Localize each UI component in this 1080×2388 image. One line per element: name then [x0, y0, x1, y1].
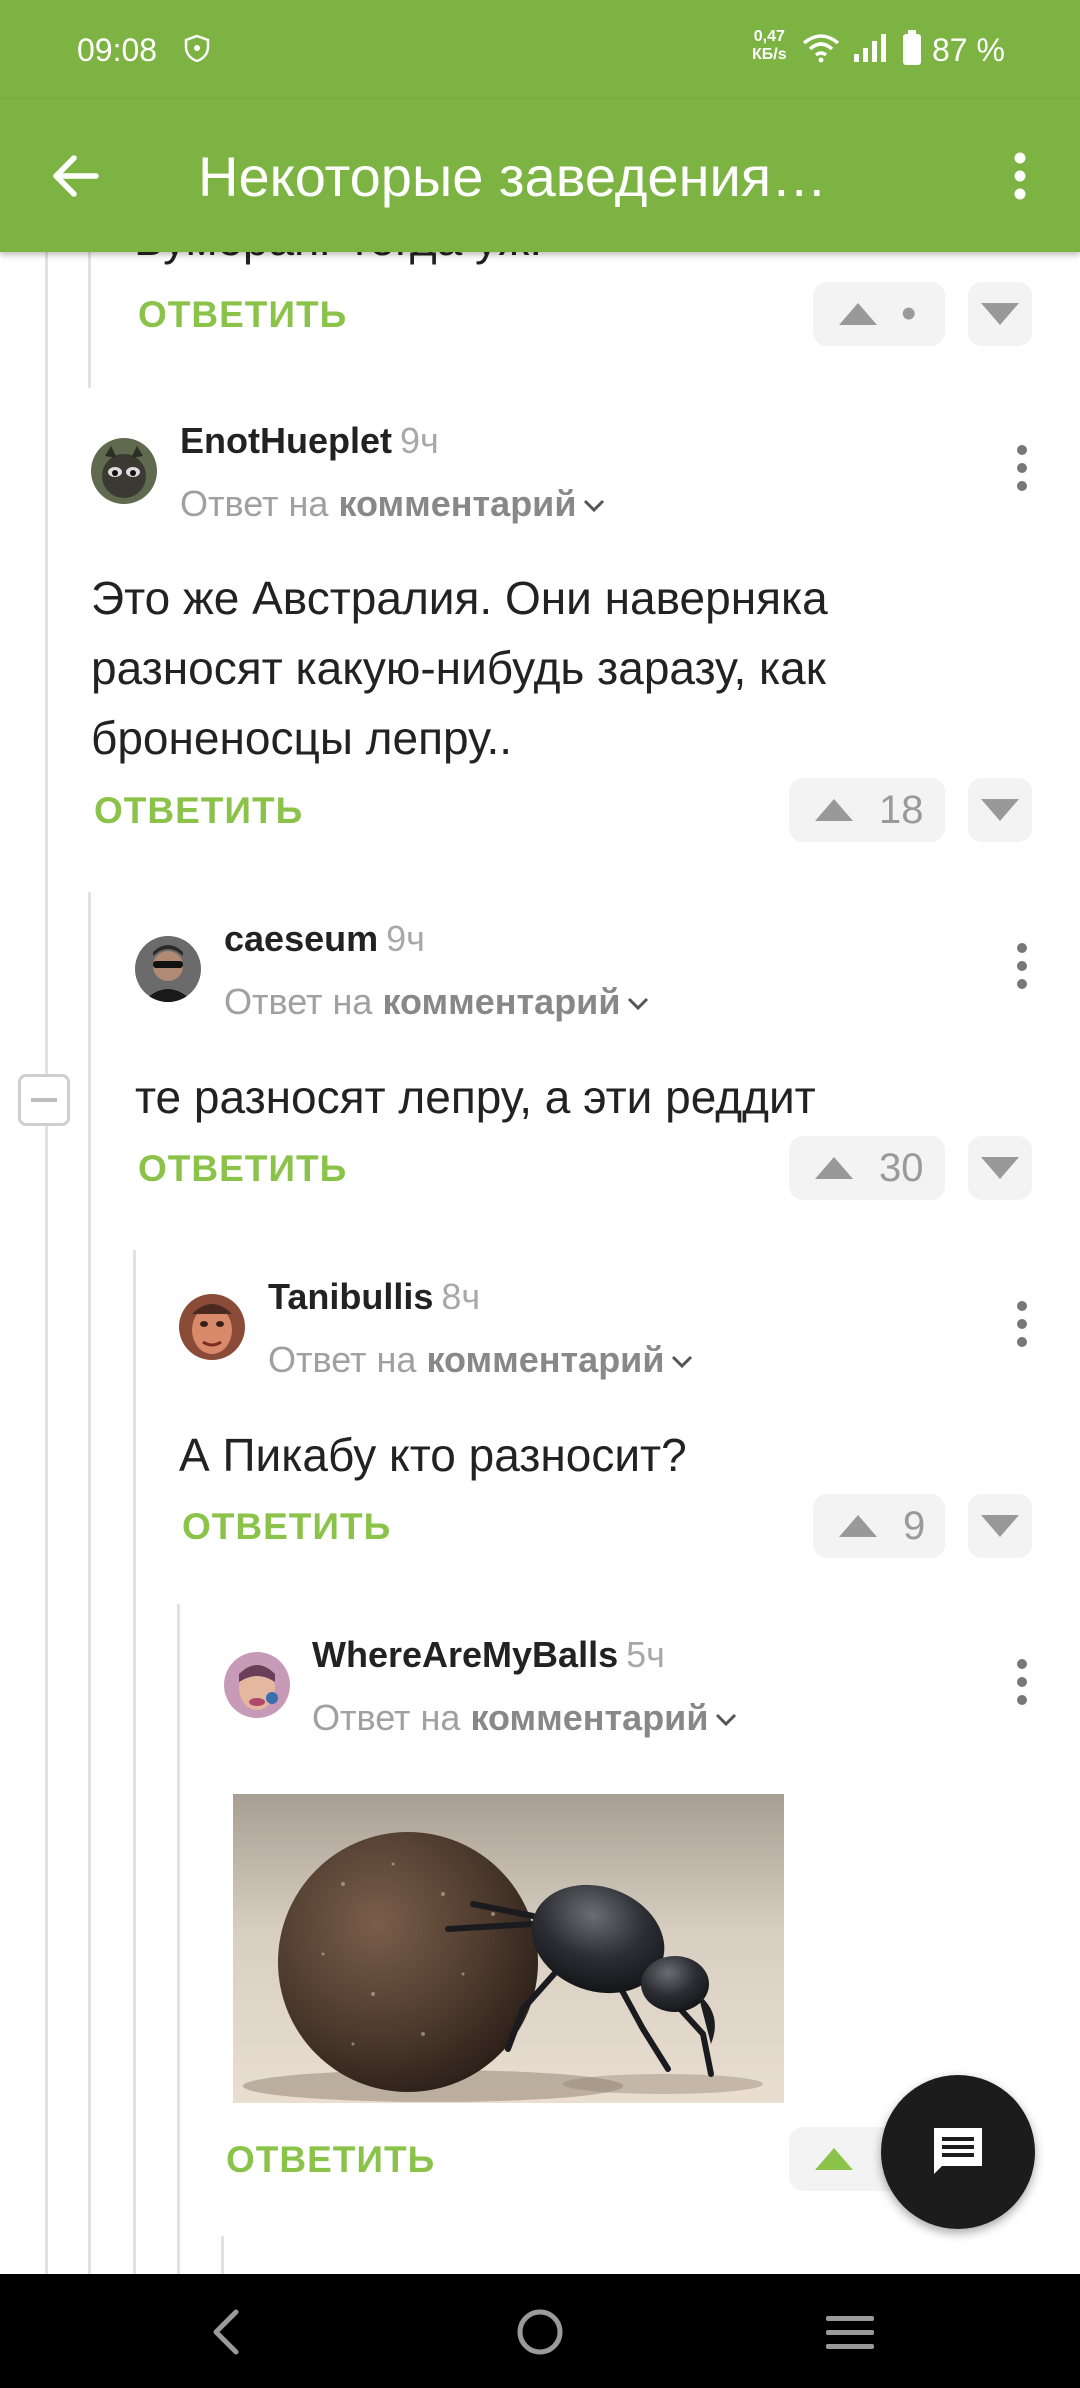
reply-to[interactable]: Ответ на комментарий: [180, 483, 606, 525]
comment-time: 9ч: [386, 918, 425, 959]
chevron-down-icon[interactable]: [582, 498, 606, 514]
reply-to[interactable]: Ответ на комментарий: [268, 1339, 694, 1381]
thread-line: [177, 1604, 180, 2274]
avatar[interactable]: [135, 936, 201, 1002]
system-nav-bar: [0, 2274, 1080, 2388]
back-arrow-icon[interactable]: [44, 144, 108, 208]
avatar[interactable]: [179, 1294, 245, 1360]
wifi-icon: [802, 34, 840, 63]
chevron-down-icon[interactable]: [714, 1712, 738, 1728]
status-time: 09:08: [77, 32, 158, 68]
more-vert-icon[interactable]: [1007, 1652, 1037, 1712]
page-title: Некоторые заведения…: [198, 145, 828, 208]
thread-line: [88, 892, 91, 2274]
net-speed-value: 0,47: [753, 28, 785, 45]
battery-icon: [903, 30, 921, 65]
signal-icon: [854, 34, 886, 62]
author-name[interactable]: caeseum: [224, 918, 378, 959]
rating-count: 18: [879, 787, 924, 832]
nav-recents-icon[interactable]: [822, 2306, 878, 2358]
reply-to-link[interactable]: комментарий: [382, 981, 620, 1022]
net-speed: 0,47 КБ/s: [752, 28, 787, 64]
more-vert-icon[interactable]: [1007, 1294, 1037, 1354]
thread-line: [45, 252, 48, 2274]
downvote-button[interactable]: [968, 778, 1032, 842]
thread-line: [133, 1250, 136, 2274]
comment-icon: [934, 2128, 982, 2174]
comment-image[interactable]: [233, 1794, 784, 2103]
upvote-icon[interactable]: [813, 2146, 855, 2172]
reply-to[interactable]: Ответ на комментарий: [312, 1697, 738, 1739]
battery-text: 87 %: [932, 32, 1005, 68]
author-name[interactable]: WhereAreMyBalls: [312, 1634, 618, 1675]
more-vert-icon[interactable]: [1007, 936, 1037, 996]
downvote-icon: [981, 303, 1019, 325]
nav-home-icon[interactable]: [512, 2306, 568, 2358]
net-speed-unit: КБ/s: [752, 46, 787, 63]
reply-button[interactable]: ОТВЕТИТЬ: [138, 1148, 347, 1190]
reply-to[interactable]: Ответ на комментарий: [224, 981, 650, 1023]
comment-author[interactable]: caeseum 9ч: [224, 918, 425, 960]
reply-button[interactable]: ОТВЕТИТЬ: [138, 294, 347, 336]
reply-to-link[interactable]: комментарий: [338, 483, 576, 524]
thread-line: [88, 252, 91, 388]
upvote-pill: 30: [789, 1136, 945, 1200]
comment-author[interactable]: EnotHueplet 9ч: [180, 420, 439, 462]
author-name[interactable]: EnotHueplet: [180, 420, 392, 461]
downvote-icon: [981, 1515, 1019, 1537]
downvote-button[interactable]: [968, 282, 1032, 346]
reply-to-prefix: Ответ на: [268, 1339, 417, 1380]
thread-line: [221, 2236, 224, 2274]
reply-to-link[interactable]: комментарий: [470, 1697, 708, 1738]
downvote-icon: [981, 1157, 1019, 1179]
upvote-icon[interactable]: [813, 1155, 855, 1181]
upvote-icon[interactable]: [813, 797, 855, 823]
rating-count: 30: [879, 1145, 924, 1190]
upvote-pill: 18: [789, 778, 945, 842]
reply-to-link[interactable]: комментарий: [426, 1339, 664, 1380]
comment-author[interactable]: WhereAreMyBalls 5ч: [312, 1634, 665, 1676]
chevron-down-icon[interactable]: [626, 996, 650, 1012]
write-comment-button[interactable]: [881, 2075, 1035, 2229]
more-vert-icon[interactable]: [1000, 144, 1040, 208]
avatar[interactable]: [224, 1652, 290, 1718]
upvote-icon[interactable]: [837, 1513, 879, 1539]
comment-time: 5ч: [626, 1634, 665, 1675]
downvote-button[interactable]: [968, 1494, 1032, 1558]
reply-button[interactable]: ОТВЕТИТЬ: [182, 1506, 391, 1548]
avatar[interactable]: [91, 438, 157, 504]
upvote-icon[interactable]: [837, 301, 879, 327]
reply-button[interactable]: ОТВЕТИТЬ: [226, 2139, 435, 2181]
reply-to-prefix: Ответ на: [312, 1697, 461, 1738]
upvote-pill: •: [813, 282, 945, 346]
comment-time: 8ч: [441, 1276, 481, 1317]
more-vert-icon[interactable]: [1007, 438, 1037, 498]
comment-time: 9ч: [400, 420, 439, 461]
comment-text: Это же Австралия. Они наверняка разносят…: [91, 572, 828, 764]
app-bar: Некоторые заведения…: [0, 100, 1080, 252]
status-bar: 09:08 0,47 КБ/s 87 %: [0, 0, 1080, 100]
rating-count: •: [901, 289, 917, 338]
downvote-button[interactable]: [968, 1136, 1032, 1200]
chevron-down-icon[interactable]: [670, 1354, 694, 1370]
nav-back-icon[interactable]: [200, 2306, 256, 2358]
reply-to-prefix: Ответ на: [180, 483, 329, 524]
comment-author[interactable]: Tanibullis 8ч: [268, 1276, 480, 1318]
collapse-thread-button[interactable]: [18, 1074, 70, 1126]
upvote-pill: 9: [813, 1494, 945, 1558]
comments-feed[interactable]: Бумеранг тогда уж. ОТВЕТИТЬ • EnotHueple…: [0, 252, 1080, 2274]
rating-count: 9: [903, 1503, 926, 1548]
comment-text: А Пикабу кто разносит?: [179, 1429, 687, 1481]
reply-button[interactable]: ОТВЕТИТЬ: [94, 790, 303, 832]
security-icon: [184, 34, 210, 62]
author-name[interactable]: Tanibullis: [268, 1276, 433, 1317]
downvote-icon: [981, 799, 1019, 821]
reply-to-prefix: Ответ на: [224, 981, 373, 1022]
comment-text: Бумеранг тогда уж.: [134, 252, 542, 274]
comment-text: те разносят лепру, а эти реддит: [135, 1071, 816, 1123]
